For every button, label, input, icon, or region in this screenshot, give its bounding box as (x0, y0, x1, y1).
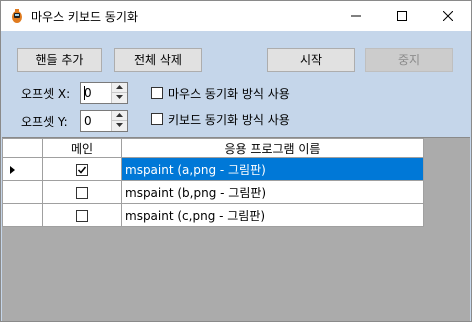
table-row[interactable]: mspaint (b,png - 그림판) (2, 180, 424, 204)
main-cell[interactable] (42, 203, 122, 227)
offset-y-value: 0 (84, 114, 92, 128)
main-checkbox[interactable] (76, 186, 88, 199)
minimize-icon (351, 15, 361, 17)
checkmark-icon (77, 166, 87, 174)
offset-x-up-button[interactable] (112, 83, 127, 93)
app-name-cell[interactable]: mspaint (c,png - 그림판) (121, 203, 424, 227)
arrow-up-icon (116, 113, 123, 117)
main-cell[interactable] (42, 180, 122, 204)
row-header[interactable] (2, 180, 43, 204)
row-header-corner[interactable] (2, 138, 43, 158)
offset-x-value: 0 (84, 86, 92, 100)
sync-grid[interactable]: 메인 응용 프로그램 이름 mspaint (a,png - 그림판) mspa… (2, 137, 470, 321)
column-header-main[interactable]: 메인 (42, 138, 122, 158)
mouse-sync-checkbox[interactable] (151, 87, 163, 99)
arrow-down-icon (116, 95, 123, 99)
arrow-up-icon (116, 85, 123, 89)
close-icon (443, 11, 453, 21)
delete-all-button[interactable]: 전체 삭제 (114, 48, 202, 72)
arrow-down-icon (116, 123, 123, 127)
main-checkbox[interactable] (76, 163, 88, 176)
window-title: 마우스 키보드 동기화 (31, 10, 138, 24)
app-name-cell[interactable]: mspaint (b,png - 그림판) (121, 180, 424, 204)
offset-x-spinner[interactable]: 0 (80, 82, 128, 104)
app-window: 마우스 키보드 동기화 핸들 추가 전체 삭제 시작 중지 오프셋 X: 0 오… (0, 0, 472, 322)
app-name-cell[interactable]: mspaint (a,png - 그림판) (121, 157, 424, 181)
row-header[interactable] (2, 157, 43, 181)
keyboard-sync-checkbox[interactable] (151, 113, 163, 125)
main-cell[interactable] (42, 157, 122, 181)
app-icon (9, 8, 25, 24)
main-checkbox[interactable] (76, 209, 88, 222)
stop-button[interactable]: 중지 (365, 48, 453, 72)
offset-y-label: 오프셋 Y: (21, 115, 68, 129)
offset-x-label: 오프셋 X: (21, 87, 71, 101)
start-button[interactable]: 시작 (267, 48, 355, 72)
offset-y-down-button[interactable] (112, 121, 127, 131)
table-row[interactable]: mspaint (c,png - 그림판) (2, 203, 424, 227)
current-row-arrow-icon (10, 165, 15, 174)
add-handle-button[interactable]: 핸들 추가 (17, 48, 102, 72)
sync-table: 메인 응용 프로그램 이름 mspaint (a,png - 그림판) mspa… (2, 138, 424, 227)
keyboard-sync-label[interactable]: 키보드 동기화 방식 사용 (168, 111, 290, 128)
offset-y-spinner[interactable]: 0 (80, 110, 128, 132)
mouse-sync-label[interactable]: 마우스 동기화 방식 사용 (168, 85, 290, 102)
offset-x-down-button[interactable] (112, 93, 127, 103)
column-header-app-name[interactable]: 응용 프로그램 이름 (121, 138, 424, 158)
title-bar[interactable]: 마우스 키보드 동기화 (1, 1, 471, 31)
offset-y-up-button[interactable] (112, 111, 127, 121)
row-header[interactable] (2, 203, 43, 227)
maximize-button[interactable] (379, 1, 425, 31)
text-caret (84, 86, 85, 100)
table-row[interactable]: mspaint (a,png - 그림판) (2, 157, 424, 181)
close-button[interactable] (425, 1, 471, 31)
table-header-row: 메인 응용 프로그램 이름 (2, 138, 424, 158)
client-area: 핸들 추가 전체 삭제 시작 중지 오프셋 X: 0 오프셋 Y: 0 마우스 … (1, 31, 471, 321)
minimize-button[interactable] (333, 1, 379, 31)
maximize-icon (397, 11, 407, 21)
